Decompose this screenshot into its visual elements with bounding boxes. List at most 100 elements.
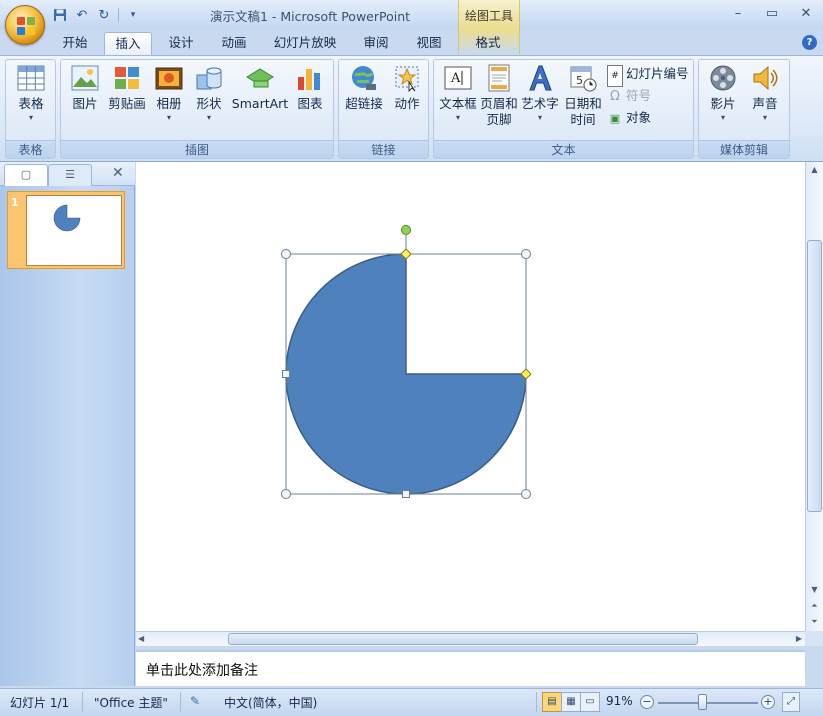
- title-bar: ↶ ↻ ▾ 演示文稿1 - Microsoft PowerPoint 绘图工具 …: [0, 0, 823, 54]
- dropdown-arrow-icon: ▾: [455, 113, 460, 122]
- shapes-button[interactable]: 形状 ▾: [189, 63, 229, 124]
- drawing-tools-label: 绘图工具: [464, 9, 513, 23]
- group-label-table: 表格: [6, 140, 55, 158]
- smartart-label: SmartArt: [231, 96, 289, 111]
- photo-album-button[interactable]: 相册 ▾: [151, 63, 187, 124]
- clipart-button[interactable]: 剪贴画: [105, 63, 149, 112]
- minimize-button[interactable]: –: [721, 0, 755, 26]
- notes-pane[interactable]: 单击此处添加备注: [136, 650, 805, 686]
- group-table: 表格 ▾ 表格: [5, 59, 56, 159]
- office-button[interactable]: [5, 5, 45, 45]
- sound-button[interactable]: 声音 ▾: [745, 63, 785, 124]
- thumbnail-shape: [53, 204, 81, 232]
- header-footer-label-line1: 页眉和: [480, 96, 518, 111]
- chart-label: 图表: [297, 96, 323, 111]
- zoom-level[interactable]: 91%: [606, 694, 633, 708]
- group-label-media: 媒体剪辑: [699, 140, 789, 158]
- symbol-button[interactable]: Ω 符号: [607, 86, 651, 106]
- language[interactable]: 中文(简体，中国): [224, 694, 317, 711]
- tab-view[interactable]: 视图: [406, 32, 452, 55]
- tab-slides[interactable]: ▢: [4, 164, 48, 186]
- scroll-down-icon[interactable]: ▼: [806, 582, 823, 597]
- hyperlink-button[interactable]: 超链接: [342, 63, 386, 112]
- clipart-label: 剪贴画: [108, 96, 146, 111]
- tab-outline[interactable]: ☰: [48, 164, 92, 186]
- resize-handle-sw[interactable]: [281, 489, 291, 499]
- group-links: 超链接 动作 链接: [338, 59, 429, 159]
- scroll-up-icon[interactable]: ▲: [806, 162, 823, 177]
- zoom-out-icon[interactable]: −: [640, 695, 654, 709]
- vertical-scrollbar[interactable]: ▲ ▼ ⏶ ⏷: [805, 162, 823, 631]
- scroll-right-icon[interactable]: ▶: [796, 632, 802, 646]
- slide-count: 幻灯片 1/1: [10, 696, 70, 710]
- slide-number-icon: #: [607, 65, 623, 87]
- table-button[interactable]: 表格 ▾: [10, 63, 52, 124]
- movie-button[interactable]: 影片 ▾: [703, 63, 743, 124]
- notes-placeholder: 单击此处添加备注: [146, 663, 258, 679]
- resize-handle-se[interactable]: [521, 489, 531, 499]
- resize-handle-s[interactable]: [402, 490, 410, 498]
- pie-shape[interactable]: [285, 253, 527, 495]
- textbox-button[interactable]: A 文本框 ▾: [436, 63, 480, 124]
- outline-icon: ☰: [65, 168, 75, 181]
- picture-icon: [70, 63, 100, 93]
- tab-review[interactable]: 审阅: [352, 32, 400, 55]
- tab-animations[interactable]: 动画: [210, 32, 258, 55]
- chart-button[interactable]: 图表: [291, 63, 329, 112]
- resize-handle-ne[interactable]: [521, 249, 531, 259]
- dropdown-arrow-icon: ▾: [762, 113, 767, 122]
- slide-number-button[interactable]: # 幻灯片编号: [607, 64, 689, 87]
- zoom-in-icon[interactable]: +: [761, 695, 775, 709]
- resize-handle-w[interactable]: [282, 370, 290, 378]
- speaker-icon: [750, 63, 780, 93]
- previous-slide-icon[interactable]: ⏶: [806, 598, 823, 613]
- date-time-icon: 5: [568, 63, 598, 93]
- shapes-label: 形状: [196, 96, 222, 111]
- maximize-button[interactable]: ▭: [755, 0, 789, 26]
- slide-canvas[interactable]: [136, 162, 805, 631]
- picture-button[interactable]: 图片: [67, 63, 103, 112]
- wordart-label: 艺术字: [521, 96, 559, 111]
- fit-to-window-icon[interactable]: ⤢: [782, 692, 800, 712]
- action-button[interactable]: 动作: [388, 63, 426, 112]
- tab-design[interactable]: 设计: [158, 32, 204, 55]
- vertical-scroll-thumb[interactable]: [807, 240, 822, 512]
- object-button[interactable]: ▣ 对象: [607, 108, 651, 128]
- normal-view-icon[interactable]: ▤: [542, 692, 562, 712]
- tab-format[interactable]: 格式: [464, 32, 512, 55]
- separator: [180, 692, 181, 712]
- office-logo-icon: [17, 17, 35, 35]
- zoom-slider-track[interactable]: [658, 702, 758, 704]
- resize-handle-nw[interactable]: [281, 249, 291, 259]
- slide-thumbnail-item[interactable]: 1: [7, 191, 125, 269]
- tab-insert[interactable]: 插入: [104, 32, 152, 55]
- wordart-button[interactable]: 艺术字 ▾: [520, 63, 560, 124]
- smartart-button[interactable]: SmartArt: [231, 63, 289, 112]
- zoom-slider-thumb[interactable]: [698, 694, 707, 710]
- ribbon-tabs: 开始 插入 设计 动画 幻灯片放映 审阅 视图 格式: [0, 30, 823, 55]
- slideshow-view-icon[interactable]: ▭: [580, 692, 600, 712]
- action-label: 动作: [394, 96, 420, 111]
- svg-text:5: 5: [576, 74, 583, 87]
- shapes-icon: [194, 63, 224, 93]
- close-button[interactable]: ✕: [789, 0, 823, 26]
- next-slide-icon[interactable]: ⏷: [806, 614, 823, 629]
- date-time-button[interactable]: 5 日期和 时间: [562, 63, 604, 128]
- dropdown-arrow-icon: ▾: [166, 113, 171, 122]
- horizontal-scroll-thumb[interactable]: [228, 633, 698, 645]
- horizontal-scrollbar[interactable]: ◀ ▶: [136, 631, 805, 646]
- tab-slideshow[interactable]: 幻灯片放映: [264, 32, 346, 55]
- spell-check-icon[interactable]: ✎: [190, 694, 200, 708]
- rotation-handle[interactable]: [401, 225, 411, 235]
- slide-sorter-icon[interactable]: ▦: [561, 692, 581, 712]
- smartart-icon: [245, 63, 275, 93]
- group-media: 影片 ▾ 声音 ▾ 媒体剪辑: [698, 59, 790, 159]
- close-pane-icon[interactable]: ✕: [112, 165, 124, 181]
- scroll-left-icon[interactable]: ◀: [138, 632, 144, 646]
- film-reel-icon: [708, 63, 738, 93]
- textbox-icon: A: [443, 63, 473, 93]
- header-footer-button[interactable]: 页眉和 页脚: [479, 63, 519, 128]
- tab-home[interactable]: 开始: [52, 32, 98, 55]
- group-label-text: 文本: [434, 140, 693, 158]
- help-icon[interactable]: ?: [802, 35, 817, 50]
